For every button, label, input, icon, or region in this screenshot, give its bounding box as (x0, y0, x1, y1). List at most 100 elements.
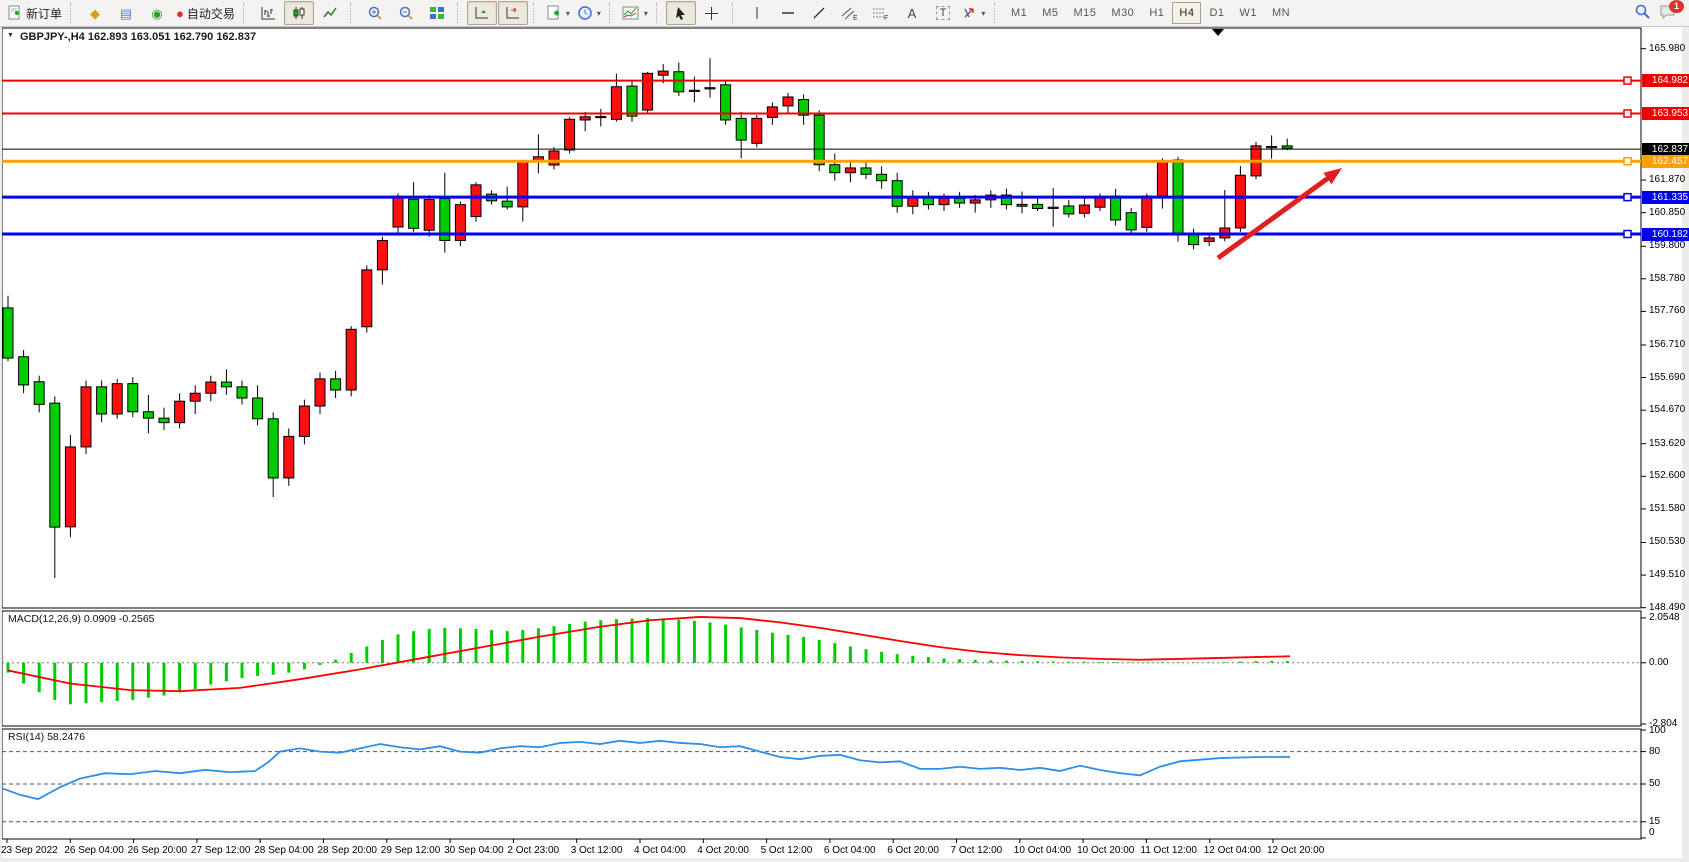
candle-body (1267, 146, 1277, 147)
candle-body (346, 329, 356, 390)
notification-badge: 1 (1669, 0, 1684, 13)
tab-m15[interactable]: M15 (1067, 2, 1104, 24)
candle-body (237, 387, 247, 398)
text-icon: A (908, 6, 917, 21)
candlestick-chart-icon (291, 6, 307, 20)
candle-body (471, 185, 481, 217)
arrows-button[interactable]: ▾ (959, 1, 989, 25)
candle-body (939, 198, 949, 204)
candle-body (502, 201, 512, 207)
toolbar-separator (457, 3, 462, 23)
candle-body (1033, 204, 1043, 208)
candle-body (861, 168, 871, 174)
candle-body (362, 270, 372, 327)
line-handle[interactable] (1624, 231, 1631, 238)
candle-body (752, 118, 762, 143)
tab-h4[interactable]: H4 (1172, 2, 1201, 24)
candle-body (159, 418, 169, 422)
tile-windows-button[interactable] (422, 1, 452, 25)
candle-body (877, 174, 887, 180)
period-button[interactable]: ▾ (574, 1, 604, 25)
line-handle[interactable] (1624, 158, 1631, 165)
candle-body (1189, 235, 1199, 245)
candle-body (331, 379, 341, 390)
signals-button[interactable]: ◉ (142, 1, 172, 25)
candle-body (112, 384, 122, 414)
cursor-button[interactable] (666, 1, 696, 25)
candle-body (767, 107, 777, 118)
crosshair-icon (704, 6, 719, 21)
toolbar-separator (350, 3, 355, 23)
chevron-down-icon: ▾ (644, 9, 648, 18)
notifications-button[interactable]: 1 (1659, 4, 1677, 23)
vertical-line-button[interactable] (742, 1, 772, 25)
new-order-label: 新订单 (26, 5, 62, 22)
trendline-button[interactable] (804, 1, 834, 25)
text-button[interactable]: A (897, 1, 927, 25)
clock-icon (577, 5, 593, 21)
tab-h1[interactable]: H1 (1142, 2, 1171, 24)
candle-body (221, 382, 231, 387)
candle-body (1235, 175, 1245, 228)
horizontal-line-button[interactable] (773, 1, 803, 25)
crosshair-button[interactable] (697, 1, 727, 25)
candle-body (1048, 207, 1058, 208)
candle-body (143, 412, 153, 418)
candle-body (1204, 238, 1214, 242)
tab-w1[interactable]: W1 (1233, 2, 1265, 24)
candle-body (393, 196, 403, 227)
candle-body (97, 387, 107, 414)
candle-body (892, 181, 902, 207)
text-label-button[interactable]: T (928, 1, 958, 25)
candle-body (736, 118, 746, 140)
add-indicator-button[interactable]: ▾ (543, 1, 573, 25)
line-handle[interactable] (1624, 194, 1631, 201)
tile-windows-icon (429, 6, 445, 20)
data-window-button[interactable]: ▤ (111, 1, 141, 25)
line-handle[interactable] (1624, 77, 1631, 84)
chevron-down-icon: ▾ (597, 9, 601, 18)
vertical-line-icon (751, 6, 763, 20)
candle-body (1095, 197, 1105, 207)
candle-body (1142, 196, 1152, 227)
auto-scroll-icon (474, 6, 490, 20)
tab-m5[interactable]: M5 (1035, 2, 1065, 24)
chart-canvas[interactable] (0, 0, 1689, 862)
tab-mn[interactable]: MN (1265, 2, 1297, 24)
search-button[interactable] (1634, 3, 1651, 23)
candle-body (1157, 161, 1167, 196)
line-chart-icon (322, 6, 338, 20)
tab-m1[interactable]: M1 (1004, 2, 1034, 24)
candle-body (409, 199, 419, 228)
line-handle[interactable] (1624, 110, 1631, 117)
autotrade-label: 自动交易 (187, 5, 235, 22)
fibonacci-button[interactable]: F (866, 1, 896, 25)
candle-body (1126, 213, 1136, 230)
candle-body (1282, 146, 1292, 148)
line-chart-button[interactable] (315, 1, 345, 25)
horizontal-line-icon (781, 7, 795, 19)
fibonacci-icon: F (872, 6, 889, 21)
candle-body (518, 162, 528, 207)
tab-d1[interactable]: D1 (1202, 2, 1231, 24)
candle-body (627, 86, 637, 116)
candle-body (549, 151, 559, 165)
new-order-button[interactable]: 新订单 (4, 1, 65, 25)
zoom-out-button[interactable] (391, 1, 421, 25)
zoom-in-button[interactable] (360, 1, 390, 25)
tab-m30[interactable]: M30 (1104, 2, 1141, 24)
bar-chart-button[interactable] (253, 1, 283, 25)
chevron-down-icon: ▾ (566, 9, 570, 18)
candlestick-chart-button[interactable] (284, 1, 314, 25)
candle-body (658, 71, 668, 75)
chart-shift-button[interactable] (498, 1, 528, 25)
candle-body (643, 73, 653, 110)
equidistant-channel-button[interactable]: E (835, 1, 865, 25)
candle-body (50, 403, 60, 527)
window-edge (0, 858, 1682, 862)
auto-scroll-button[interactable] (467, 1, 497, 25)
market-watch-button[interactable]: ◆ (80, 1, 110, 25)
template-button[interactable]: ▾ (619, 1, 651, 25)
autotrade-button[interactable]: ● 自动交易 (173, 1, 238, 25)
candle-body (190, 393, 200, 401)
